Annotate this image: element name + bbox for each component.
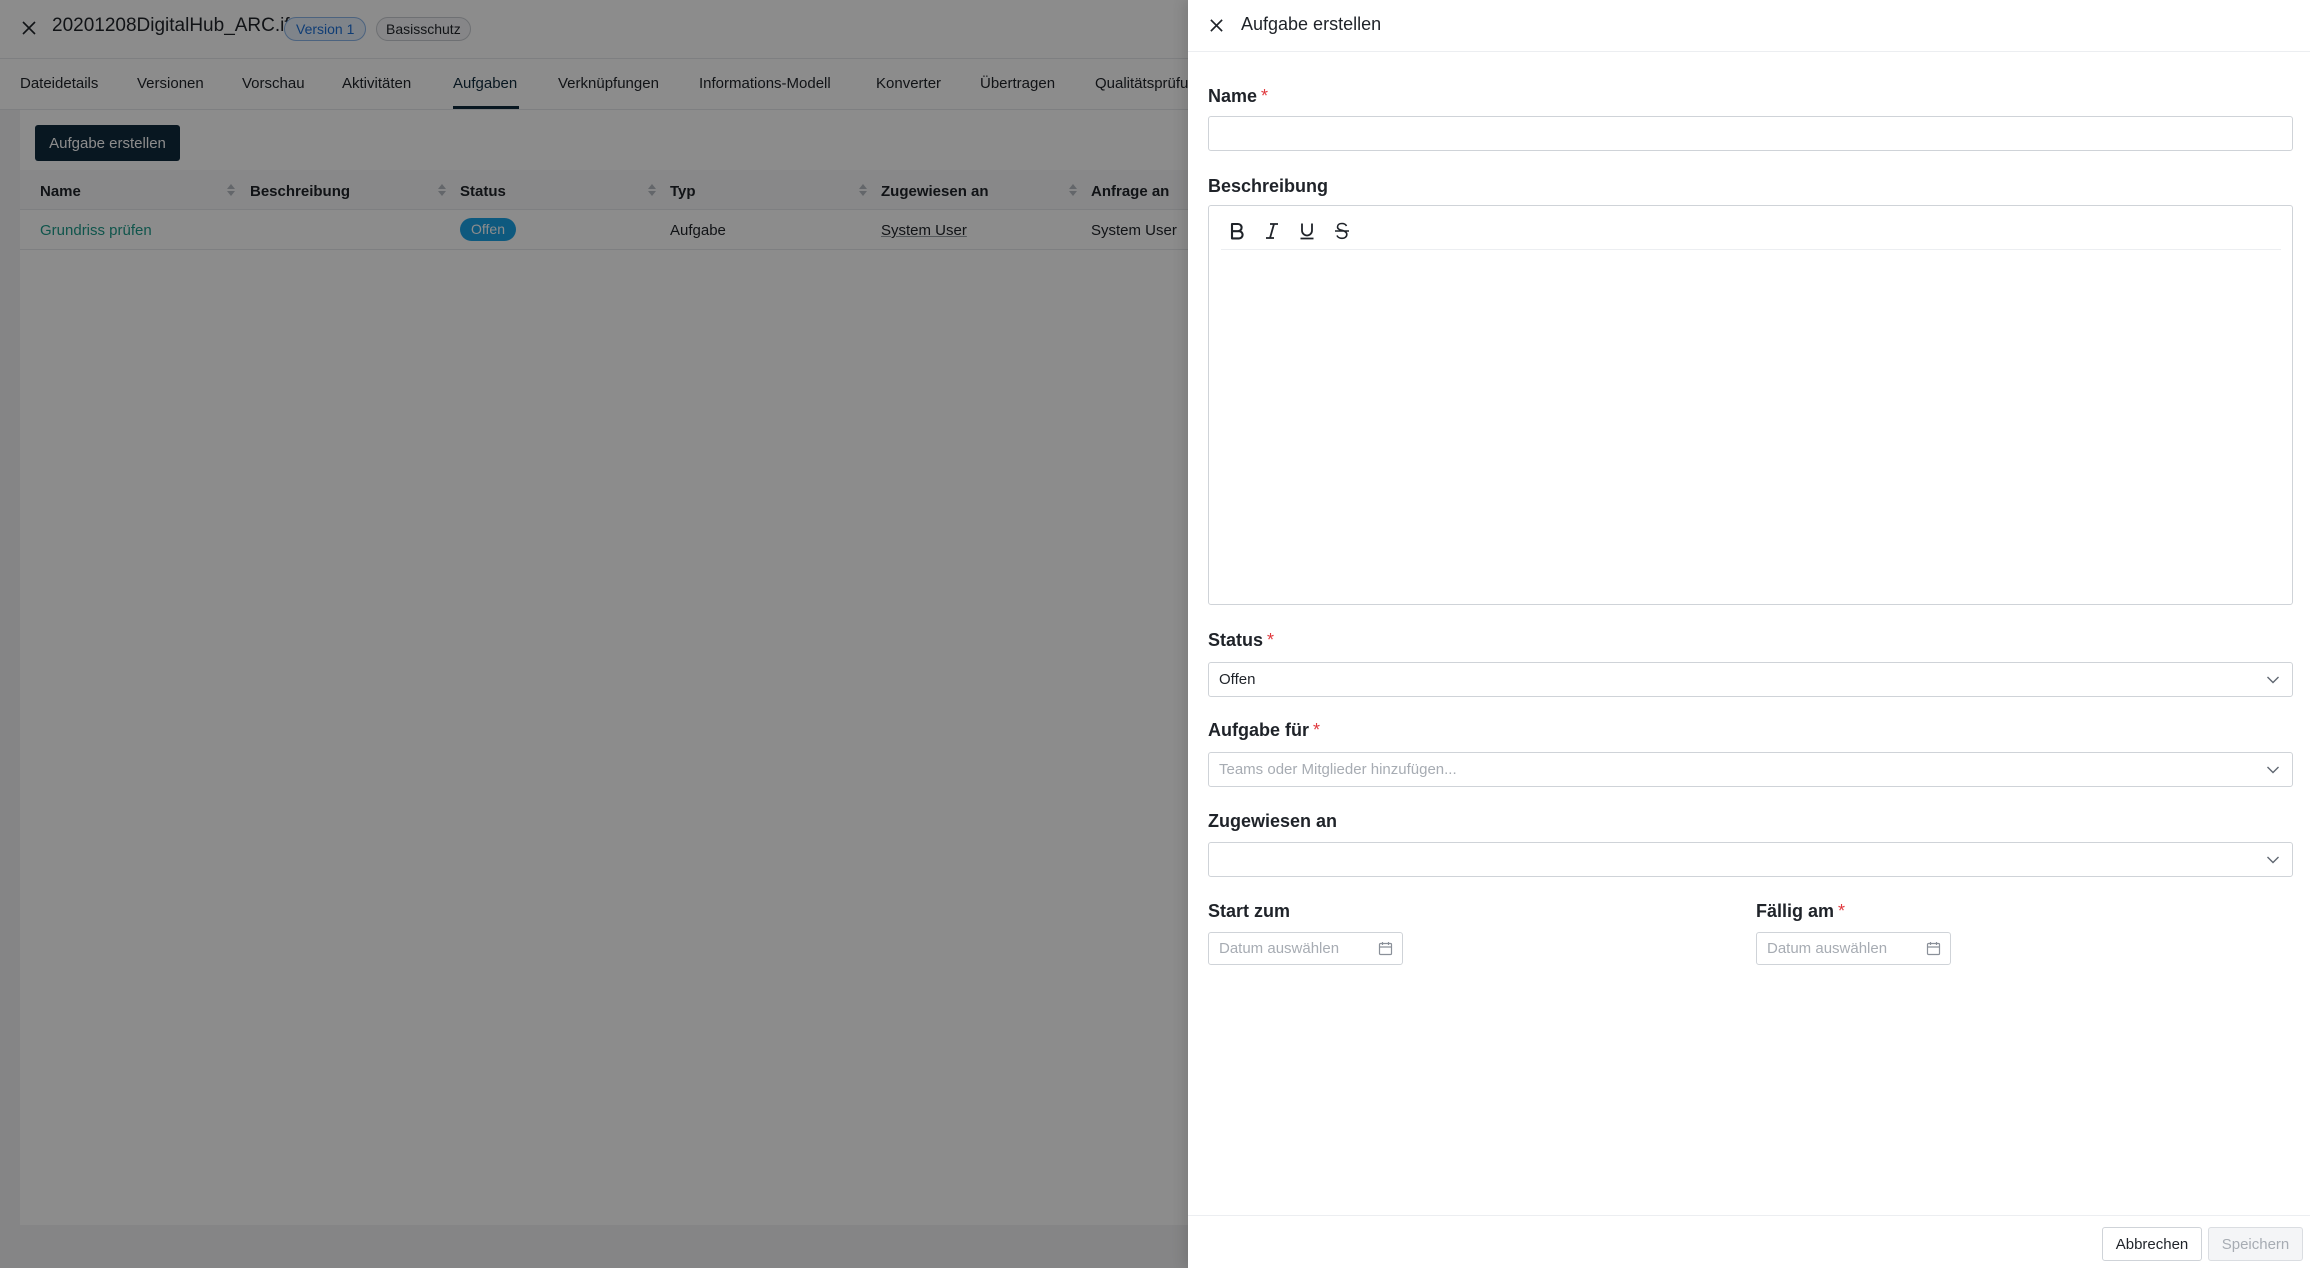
name-input[interactable] (1208, 116, 2293, 151)
drawer-footer: Abbrechen Speichern (1188, 1215, 2310, 1268)
cancel-button[interactable]: Abbrechen (2102, 1227, 2202, 1261)
chevron-down-icon (2267, 766, 2279, 774)
start-date-placeholder: Datum auswählen (1219, 940, 1340, 957)
italic-icon[interactable] (1258, 217, 1286, 245)
name-label-text: Name (1208, 86, 1258, 106)
due-label-text: Fällig am (1756, 901, 1835, 921)
required-mark: * (1313, 720, 1321, 740)
close-drawer-icon[interactable] (1205, 14, 1227, 36)
task-for-placeholder: Teams oder Mitglieder hinzufügen... (1219, 761, 1457, 778)
status-select[interactable]: Offen (1208, 662, 2293, 697)
create-task-drawer: Aufgabe erstellen Name * Beschreibung Sta… (1188, 0, 2310, 1268)
required-mark: * (1261, 86, 1269, 106)
due-date-label: Fällig am * (1756, 901, 1845, 922)
bold-icon[interactable] (1223, 217, 1251, 245)
calendar-icon (1378, 942, 1393, 956)
chevron-down-icon (2267, 676, 2279, 684)
due-date-picker[interactable]: Datum auswählen (1756, 932, 1951, 965)
save-button[interactable]: Speichern (2208, 1227, 2303, 1261)
assigned-label: Zugewiesen an (1208, 811, 1338, 831)
drawer-title: Aufgabe erstellen (1241, 14, 1382, 34)
assigned-select[interactable] (1208, 842, 2293, 877)
description-label: Beschreibung (1208, 176, 1329, 196)
name-label: Name * (1208, 86, 1268, 107)
required-mark: * (1838, 901, 1846, 921)
status-label: Status * (1208, 630, 1274, 651)
modal-backdrop[interactable] (0, 0, 1188, 1268)
status-label-text: Status (1208, 630, 1264, 650)
strikethrough-icon[interactable] (1328, 217, 1356, 245)
underline-icon[interactable] (1293, 217, 1321, 245)
required-mark: * (1267, 630, 1275, 650)
editor-toolbar (1221, 214, 2281, 250)
task-for-label-text: Aufgabe für (1208, 720, 1309, 740)
task-for-select[interactable]: Teams oder Mitglieder hinzufügen... (1208, 752, 2293, 787)
start-date-label: Start zum (1208, 901, 1291, 921)
calendar-icon (1926, 942, 1941, 956)
drawer-header: Aufgabe erstellen (1188, 0, 2310, 52)
description-editor[interactable] (1208, 205, 2293, 605)
chevron-down-icon (2267, 856, 2279, 864)
due-date-placeholder: Datum auswählen (1767, 940, 1888, 957)
start-date-picker[interactable]: Datum auswählen (1208, 932, 1403, 965)
task-for-label: Aufgabe für * (1208, 720, 1320, 741)
status-select-value: Offen (1219, 671, 1256, 688)
